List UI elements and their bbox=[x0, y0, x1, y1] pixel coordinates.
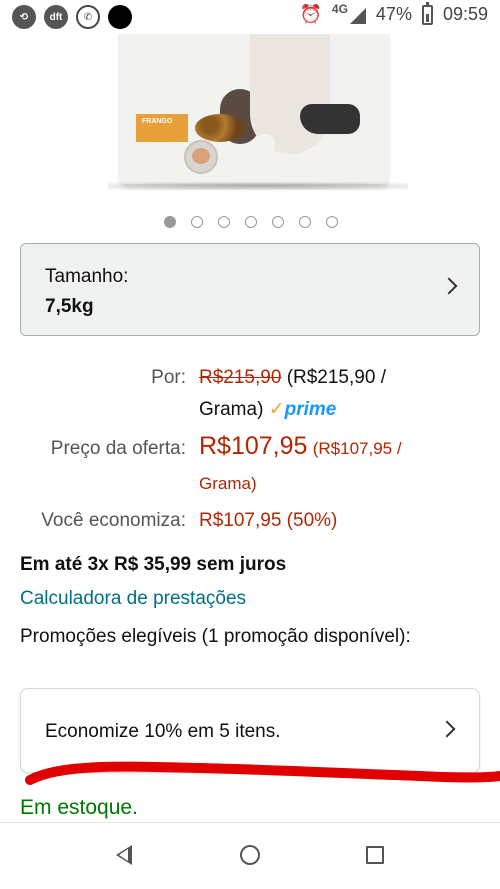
promotion-text: Economize 10% em 5 itens. bbox=[45, 721, 281, 742]
system-indicators: ⏰ 4G 47% 09:59 bbox=[299, 1, 488, 25]
carousel-dot[interactable] bbox=[191, 216, 203, 228]
list-price-unit-line2: Grama) ✓prime bbox=[199, 398, 336, 421]
carousel-dot[interactable] bbox=[326, 216, 338, 228]
savings-label: Você economiza: bbox=[41, 510, 186, 531]
chevron-right-icon bbox=[438, 720, 456, 738]
carousel-dot[interactable] bbox=[164, 216, 176, 228]
carousel-dot[interactable] bbox=[245, 216, 257, 228]
carousel-dot[interactable] bbox=[272, 216, 284, 228]
list-price-line: R$215,90 (R$215,90 / bbox=[199, 367, 386, 389]
data-saver-icon: ⟲ bbox=[12, 5, 36, 29]
promotions-heading: Promoções elegíveis (1 promoção disponív… bbox=[20, 626, 411, 647]
prime-check-icon: ✓ bbox=[268, 399, 285, 420]
kibble-image bbox=[195, 114, 245, 142]
alarm-icon: ⏰ bbox=[299, 4, 322, 24]
size-selector-button[interactable]: Tamanho: 7,5kg bbox=[20, 243, 480, 336]
network-type: 4G bbox=[331, 1, 348, 16]
flavor-label: FRANGO bbox=[142, 118, 173, 125]
offer-price-unit: (R$107,95 / bbox=[312, 439, 402, 458]
installments-text: Em até 3x R$ 35,99 sem juros bbox=[20, 554, 287, 575]
list-price-label: Por: bbox=[151, 367, 186, 388]
chevron-right-icon bbox=[440, 277, 458, 295]
prime-badge: prime bbox=[284, 399, 337, 420]
carousel-dot[interactable] bbox=[218, 216, 230, 228]
installment-calculator-link[interactable]: Calculadora de prestações bbox=[20, 588, 246, 610]
whatsapp-icon: ✆ bbox=[76, 5, 100, 29]
home-icon[interactable] bbox=[240, 845, 260, 865]
back-icon[interactable] bbox=[116, 845, 132, 865]
battery-icon bbox=[421, 1, 433, 25]
offer-price-label: Preço da oferta: bbox=[50, 438, 186, 459]
signal-icon bbox=[349, 7, 366, 24]
offer-price-unit-line2: Grama) bbox=[199, 474, 257, 493]
system-navigation-bar bbox=[0, 822, 500, 889]
carousel-dot[interactable] bbox=[299, 216, 311, 228]
savings-value: R$107,95 (50%) bbox=[199, 510, 338, 531]
dft-app-icon: dft bbox=[44, 5, 68, 29]
carousel-indicator[interactable] bbox=[164, 216, 338, 228]
status-bar: ⟲ dft ✆ ⏰ 4G 47% 09:59 bbox=[0, 0, 500, 34]
list-price-unit: (R$215,90 / bbox=[286, 367, 386, 388]
list-price: R$215,90 bbox=[199, 367, 282, 388]
stock-status: Em estoque. bbox=[20, 796, 138, 819]
size-label: Tamanho: bbox=[45, 266, 129, 287]
red-annotation-stroke bbox=[25, 761, 500, 785]
offer-price: R$107,95 bbox=[199, 432, 308, 460]
recents-icon[interactable] bbox=[366, 846, 384, 864]
list-price-unit-cont: Grama) bbox=[199, 399, 264, 420]
battery-percent: 47% bbox=[375, 4, 412, 24]
clock: 09:59 bbox=[442, 4, 488, 24]
offer-price-line: R$107,95 (R$107,95 / bbox=[199, 432, 402, 461]
size-value: 7,5kg bbox=[45, 296, 94, 317]
dot-icon bbox=[108, 5, 132, 29]
product-image[interactable]: FRANGO bbox=[0, 34, 500, 194]
notification-icons: ⟲ dft ✆ bbox=[12, 5, 132, 29]
